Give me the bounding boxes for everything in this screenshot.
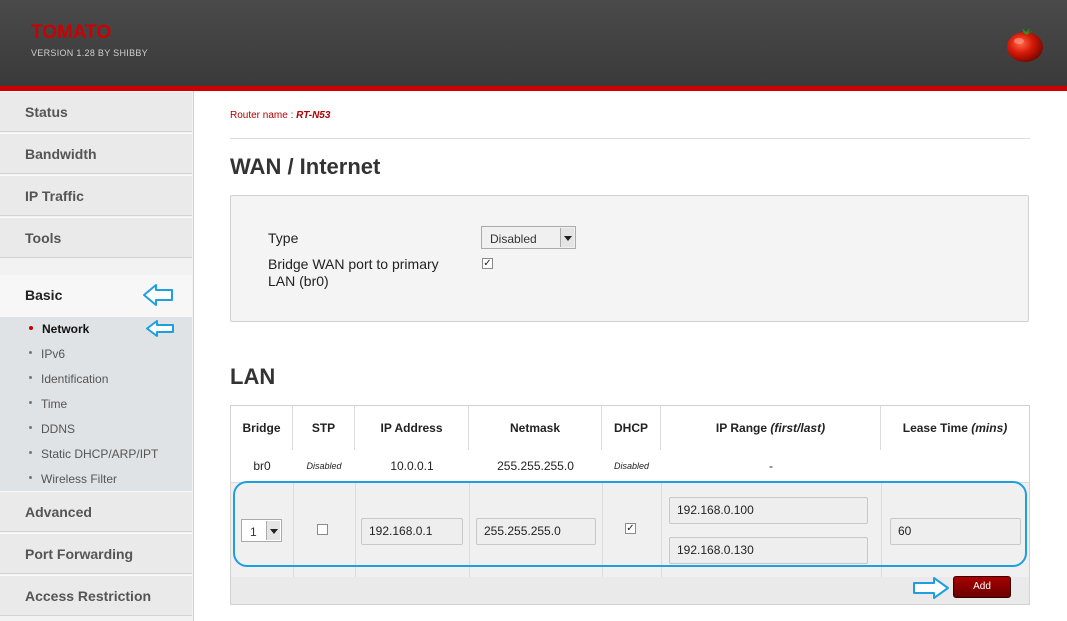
row-netmask: 255.255.255.0: [497, 459, 574, 473]
tomato-icon: [1007, 28, 1043, 62]
bullet-icon: [29, 376, 32, 380]
subnav-item-ipv6[interactable]: IPv6: [29, 347, 65, 363]
nav-item-label: Access Restriction: [25, 588, 152, 604]
row-dhcp: Disabled: [613, 461, 650, 471]
chevron-down-icon: [560, 228, 574, 247]
subnav-item-identification[interactable]: Identification: [29, 372, 108, 388]
col-header-lease-label: Lease Time: [902, 421, 968, 435]
nav-item-advanced[interactable]: Advanced: [0, 491, 192, 532]
subnav-item-time[interactable]: Time: [29, 397, 67, 413]
nav-item-label: Bandwidth: [25, 146, 97, 162]
add-button[interactable]: Add: [953, 576, 1011, 598]
nav-item-ip-traffic[interactable]: IP Traffic: [0, 175, 192, 216]
divider: [230, 138, 1030, 139]
subnav-label: IPv6: [41, 347, 66, 361]
bridge-wan-label-line2: LAN (br0): [268, 273, 329, 289]
subnav-label: DDNS: [41, 422, 76, 436]
nav-item-status[interactable]: Status: [0, 91, 192, 132]
row-ip: 10.0.0.1: [390, 459, 434, 473]
nav-item-label: Basic: [25, 287, 63, 303]
subnav-item-wireless-filter[interactable]: Wireless Filter: [29, 472, 117, 488]
bullet-icon: [29, 325, 33, 330]
nav-item-bandwidth[interactable]: Bandwidth: [0, 133, 192, 174]
subnav-label: Wireless Filter: [41, 472, 118, 486]
col-header-ip-range-label: IP Range: [715, 421, 768, 435]
col-header-dhcp: DHCP: [602, 406, 661, 450]
left-arrow-icon: [143, 284, 173, 306]
wan-type-select[interactable]: Disabled: [481, 226, 576, 249]
lan-table-footer: [231, 577, 1029, 604]
bullet-icon: [29, 351, 32, 355]
subnav-label: Identification: [41, 372, 109, 386]
nav-item-label: Status: [25, 104, 68, 120]
nav-item-basic[interactable]: Basic: [0, 275, 192, 317]
nav-item-label: Tools: [25, 230, 62, 246]
col-header-ip-range-note: (first/last): [770, 421, 826, 435]
bridge-wan-label: Bridge WAN port to primary LAN (br0): [268, 256, 439, 290]
subnav-label: Network: [42, 322, 90, 336]
bridge-wan-checkbox[interactable]: ✓: [482, 258, 493, 269]
nav-item-label: Advanced: [25, 504, 92, 520]
wan-type-value: Disabled: [490, 232, 537, 246]
col-header-ip-range: IP Range (first/last): [661, 406, 881, 450]
nav-item-label: Port Forwarding: [25, 546, 134, 562]
col-header-ip: IP Address: [355, 406, 469, 450]
subnav-item-static-dhcp[interactable]: Static DHCP/ARP/IPT: [29, 447, 158, 463]
col-header-netmask: Netmask: [469, 406, 602, 450]
subnav-item-ddns[interactable]: DDNS: [29, 422, 75, 438]
router-name-label: Router name :: [230, 110, 294, 121]
row-bridge: br0: [253, 459, 271, 473]
bullet-icon: [29, 426, 32, 430]
app-title: TOMATO: [31, 22, 112, 43]
col-header-stp: STP: [293, 406, 355, 450]
wan-section-title: WAN / Internet: [230, 154, 381, 179]
type-label: Type: [268, 230, 299, 246]
wan-settings-panel: Type Disabled Bridge WAN port to primary…: [230, 195, 1029, 322]
sidebar: Status Bandwidth IP Traffic Tools Basic …: [0, 91, 194, 621]
col-header-lease-note: (mins): [971, 421, 1008, 435]
bullet-icon: [29, 451, 32, 455]
router-name: Router name : RT-N53: [230, 110, 330, 121]
header: TOMATO VERSION 1.28 BY SHIBBY: [0, 0, 1067, 91]
router-name-value: RT-N53: [296, 110, 331, 121]
left-arrow-icon: [146, 320, 174, 337]
bullet-icon: [29, 401, 32, 405]
lan-section-title: LAN: [230, 364, 276, 389]
subnav-item-network[interactable]: Network: [29, 322, 89, 338]
app-version: VERSION 1.28 BY SHIBBY: [31, 48, 148, 58]
nav-item-port-forwarding[interactable]: Port Forwarding: [0, 533, 192, 574]
nav-item-label: IP Traffic: [25, 188, 84, 204]
nav-item-tools[interactable]: Tools: [0, 217, 192, 258]
bullet-icon: [29, 476, 32, 480]
row-ip-range: -: [769, 459, 773, 473]
col-header-bridge: Bridge: [231, 406, 293, 450]
subnav: Network IPv6 Identification Time DDNS St…: [0, 317, 192, 491]
bridge-wan-label-line1: Bridge WAN port to primary: [268, 256, 439, 272]
subnav-label: Static DHCP/ARP/IPT: [41, 447, 159, 461]
subnav-label: Time: [41, 397, 68, 411]
col-header-lease: Lease Time (mins): [881, 406, 1029, 450]
nav-item-access-restriction[interactable]: Access Restriction: [0, 575, 192, 616]
highlight-box: [233, 481, 1027, 567]
row-stp: Disabled: [306, 461, 342, 471]
right-arrow-icon: [913, 577, 949, 599]
